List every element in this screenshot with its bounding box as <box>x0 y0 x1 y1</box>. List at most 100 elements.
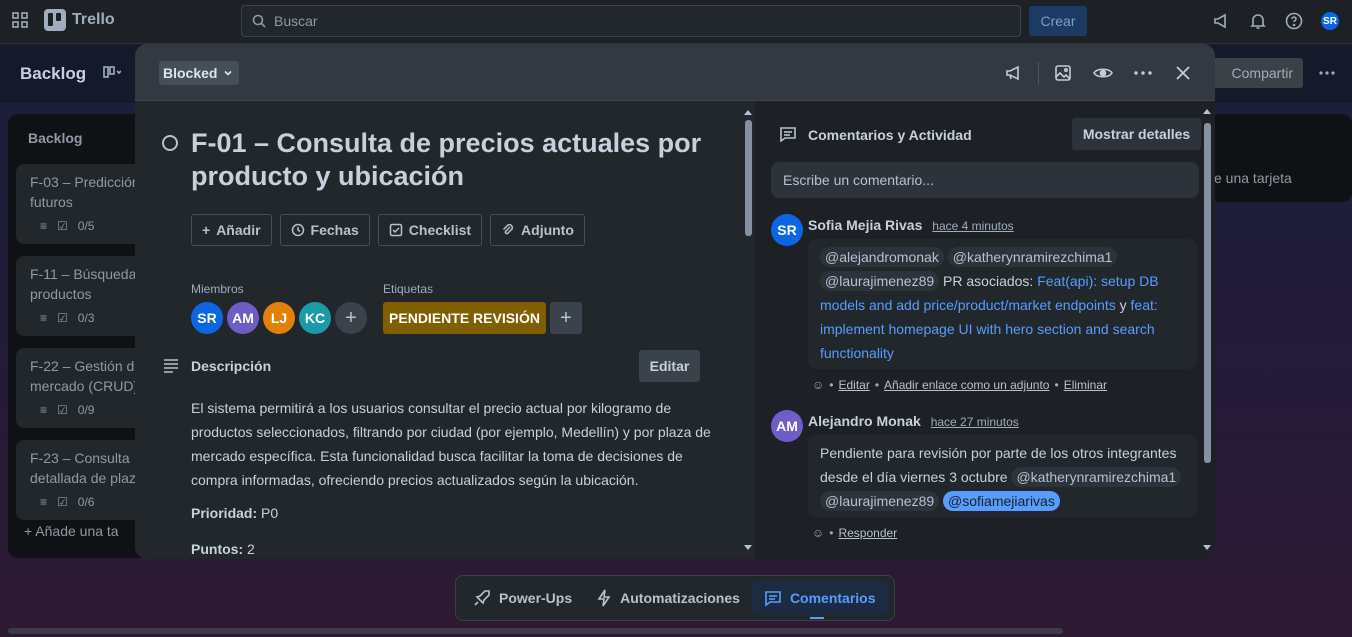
list-card[interactable]: F-23 – Consulta detallada de plaz ≡ ☑ 0/… <box>16 440 148 520</box>
reaction-icon[interactable]: ☺ <box>812 378 824 392</box>
mention-self[interactable]: @sofiamejiarivas <box>943 491 1060 511</box>
delete-comment-link[interactable]: Eliminar <box>1064 378 1107 392</box>
checklist-icon: ☑ <box>57 311 68 325</box>
trello-logo[interactable]: Trello <box>44 9 115 31</box>
card-title: F-11 – Búsqueda productos <box>30 266 137 302</box>
checklist-button[interactable]: Checklist <box>377 214 483 246</box>
description-icon: ≡ <box>40 495 48 509</box>
megaphone-icon[interactable] <box>1004 63 1024 83</box>
clock-icon <box>291 223 305 237</box>
comment-author[interactable]: Sofia Mejia Rivas <box>808 217 922 233</box>
edit-comment-link[interactable]: Editar <box>838 378 869 392</box>
help-icon[interactable] <box>1285 12 1303 30</box>
comments-button[interactable]: Comentarios <box>751 581 888 619</box>
mention[interactable]: @laurajimenez89 <box>820 271 940 291</box>
card-title: F-03 – Predicción futuros <box>30 174 140 210</box>
comment-time[interactable]: hace 27 minutos <box>931 415 1019 429</box>
comments-label: Comentarios <box>789 590 876 606</box>
points-key: Puntos: <box>191 541 244 557</box>
comment-avatar[interactable]: SR <box>771 214 803 246</box>
board-title[interactable]: Backlog <box>20 64 86 84</box>
edit-description-button[interactable]: Editar <box>639 350 700 382</box>
right-scroll-thumb[interactable] <box>1204 123 1211 463</box>
notifications-bell-icon[interactable] <box>1249 12 1267 30</box>
attach-link[interactable]: Añadir enlace como un adjunto <box>884 378 1049 392</box>
plus-icon: + <box>202 222 211 238</box>
comment-avatar[interactable]: AM <box>771 410 803 442</box>
close-icon[interactable] <box>1173 63 1193 83</box>
mention[interactable]: @katherynramirezchima1 <box>947 247 1118 267</box>
lightning-icon <box>596 589 612 607</box>
points-line: Puntos: 2 <box>191 541 255 557</box>
card-title[interactable]: F-01 – Consulta de precios actuales por … <box>191 127 731 193</box>
powerups-button[interactable]: Power-Ups <box>461 581 584 615</box>
comment-author[interactable]: Alejandro Monak <box>808 413 921 429</box>
card-meta: ≡ ☑ 0/5 <box>40 216 94 236</box>
member-avatar[interactable]: AM <box>227 302 259 334</box>
mention[interactable]: @alejandromonak <box>820 247 944 267</box>
dates-label: Fechas <box>310 222 359 238</box>
user-avatar[interactable]: SR <box>1319 10 1341 32</box>
create-button[interactable]: Crear <box>1029 6 1087 36</box>
share-button[interactable]: Compartir <box>1205 58 1303 88</box>
cover-image-icon[interactable] <box>1053 63 1073 83</box>
search-box[interactable] <box>241 5 1021 37</box>
horizontal-scrollbar[interactable] <box>8 628 1063 634</box>
member-avatar[interactable]: KC <box>299 302 331 334</box>
mention[interactable]: @katherynramirezchima1 <box>1011 467 1182 487</box>
scroll-down-arrow[interactable] <box>742 542 754 552</box>
comment-body: @alejandromonak @katherynramirezchima1 @… <box>808 239 1197 369</box>
card-actions: + Añadir Fechas Checklist Adjunto <box>191 214 585 246</box>
list-card[interactable]: F-11 – Búsqueda productos ≡ ☑ 0/3 <box>16 256 148 336</box>
card-meta: ≡ ☑ 0/3 <box>40 308 94 328</box>
member-avatar[interactable]: SR <box>191 302 223 334</box>
reaction-icon[interactable]: ☺ <box>812 526 824 540</box>
status-dropdown[interactable]: Blocked <box>159 61 240 85</box>
automations-button[interactable]: Automatizaciones <box>584 581 752 615</box>
checklist-count: 0/9 <box>77 403 95 417</box>
more-icon[interactable] <box>1318 65 1336 81</box>
description-text[interactable]: El sistema permitirá a los usuarios cons… <box>191 396 711 492</box>
add-card-button[interactable]: e una tarjeta <box>1214 170 1292 186</box>
scroll-up-arrow[interactable] <box>1201 107 1213 117</box>
description-icon: ≡ <box>40 311 48 325</box>
add-label-button[interactable]: + <box>550 302 582 334</box>
description-icon: ≡ <box>40 219 48 233</box>
comment-body: Pendiente para revisión por parte de los… <box>808 435 1197 517</box>
list-card[interactable]: F-03 – Predicción futuros ≡ ☑ 0/5 <box>16 164 148 244</box>
rocket-icon <box>473 589 491 607</box>
add-card-button[interactable]: + Añade una ta <box>24 523 119 539</box>
search-input[interactable] <box>274 13 974 29</box>
more-options-icon[interactable] <box>1133 63 1153 83</box>
left-scrollbar[interactable] <box>742 106 754 558</box>
attachment-label: Adjunto <box>521 222 574 238</box>
label-chip[interactable]: PENDIENTE REVISIÓN <box>383 302 546 334</box>
comment-actions: ☺ • Responder <box>812 526 898 540</box>
scroll-thumb[interactable] <box>745 120 752 236</box>
board-view-icon[interactable] <box>103 66 121 80</box>
comment-time[interactable]: hace 4 minutos <box>932 219 1013 233</box>
card-meta: ≡ ☑ 0/6 <box>40 492 94 512</box>
comment-icon <box>764 589 782 607</box>
member-avatar[interactable]: LJ <box>263 302 295 334</box>
add-button[interactable]: + Añadir <box>191 214 272 246</box>
members-label: Miembros <box>191 282 244 296</box>
checklist-count: 0/6 <box>77 495 95 509</box>
attachment-button[interactable]: Adjunto <box>490 214 585 246</box>
modal-header: Blocked <box>135 44 1215 101</box>
add-member-button[interactable]: + <box>335 302 367 334</box>
watch-eye-icon[interactable] <box>1093 63 1113 83</box>
show-details-button[interactable]: Mostrar detalles <box>1072 118 1201 150</box>
scroll-up-arrow[interactable] <box>742 108 754 118</box>
scroll-down-arrow[interactable] <box>1201 542 1213 552</box>
mention[interactable]: @laurajimenez89 <box>820 491 940 511</box>
app-switcher-icon[interactable] <box>12 12 28 28</box>
reply-link[interactable]: Responder <box>838 526 897 540</box>
dates-button[interactable]: Fechas <box>279 214 370 246</box>
status-label: Blocked <box>163 65 218 81</box>
megaphone-icon[interactable] <box>1213 12 1231 30</box>
points-value: 2 <box>247 541 255 557</box>
complete-checkbox[interactable] <box>162 135 178 151</box>
list-card[interactable]: F-22 – Gestión de mercado (CRUD) ≡ ☑ 0/9 <box>16 348 148 428</box>
comment-input[interactable] <box>771 162 1199 198</box>
